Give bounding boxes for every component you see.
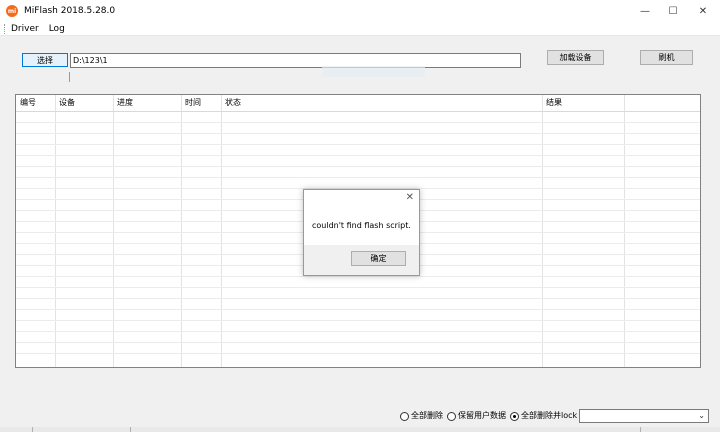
select-folder-button[interactable]: 选择 xyxy=(22,53,68,67)
radio-clean-all[interactable] xyxy=(400,412,409,421)
path-input[interactable]: D:\123\1 xyxy=(70,53,521,68)
status-bar xyxy=(0,427,720,432)
status-separator xyxy=(130,427,131,432)
script-select[interactable]: ⌄ xyxy=(579,409,709,423)
column-header-number[interactable]: 编号 xyxy=(16,95,36,111)
menu-item-driver[interactable]: Driver xyxy=(6,22,44,36)
window-title: MiFlash 2018.5.28.0 xyxy=(24,6,116,16)
dialog-ok-button[interactable]: 确定 xyxy=(351,251,406,266)
maximize-button[interactable]: ☐ xyxy=(658,0,688,22)
error-dialog: ✕ couldn't find flash script. 确定 xyxy=(303,189,420,276)
close-button[interactable]: ✕ xyxy=(688,0,718,22)
flash-button[interactable]: 刷机 xyxy=(640,50,693,65)
menu-bar: Driver Log xyxy=(0,22,720,36)
dialog-footer: 确定 xyxy=(304,245,419,275)
column-header-device[interactable]: 设备 xyxy=(55,95,75,111)
minimize-button[interactable]: — xyxy=(630,0,660,22)
radio-save-user-data-label[interactable]: 保留用户数据 xyxy=(458,410,506,422)
dialog-close-icon[interactable]: ✕ xyxy=(406,192,414,203)
chevron-down-icon[interactable]: ⌄ xyxy=(698,410,705,422)
drag-ghost xyxy=(322,66,425,77)
radio-clean-all-label[interactable]: 全部删除 xyxy=(411,410,443,422)
table-header: 编号 设备 进度 时间 状态 结果 xyxy=(16,95,700,111)
radio-clean-all-and-lock-label[interactable]: 全部删除并lock xyxy=(521,410,577,422)
load-device-button[interactable]: 加载设备 xyxy=(547,50,604,65)
radio-clean-all-and-lock[interactable] xyxy=(510,412,519,421)
column-header-time[interactable]: 时间 xyxy=(181,95,201,111)
dialog-message: couldn't find flash script. xyxy=(312,221,411,230)
column-header-status[interactable]: 状态 xyxy=(221,95,241,111)
status-separator xyxy=(640,427,641,432)
status-separator xyxy=(32,427,33,432)
radio-save-user-data[interactable] xyxy=(447,412,456,421)
column-header-result[interactable]: 结果 xyxy=(542,95,562,111)
resize-caret xyxy=(69,72,70,82)
menu-item-log[interactable]: Log xyxy=(44,22,70,36)
title-bar: mi MiFlash 2018.5.28.0 — ☐ ✕ xyxy=(0,0,720,22)
column-header-progress[interactable]: 进度 xyxy=(113,95,133,111)
app-logo-icon: mi xyxy=(6,5,18,17)
